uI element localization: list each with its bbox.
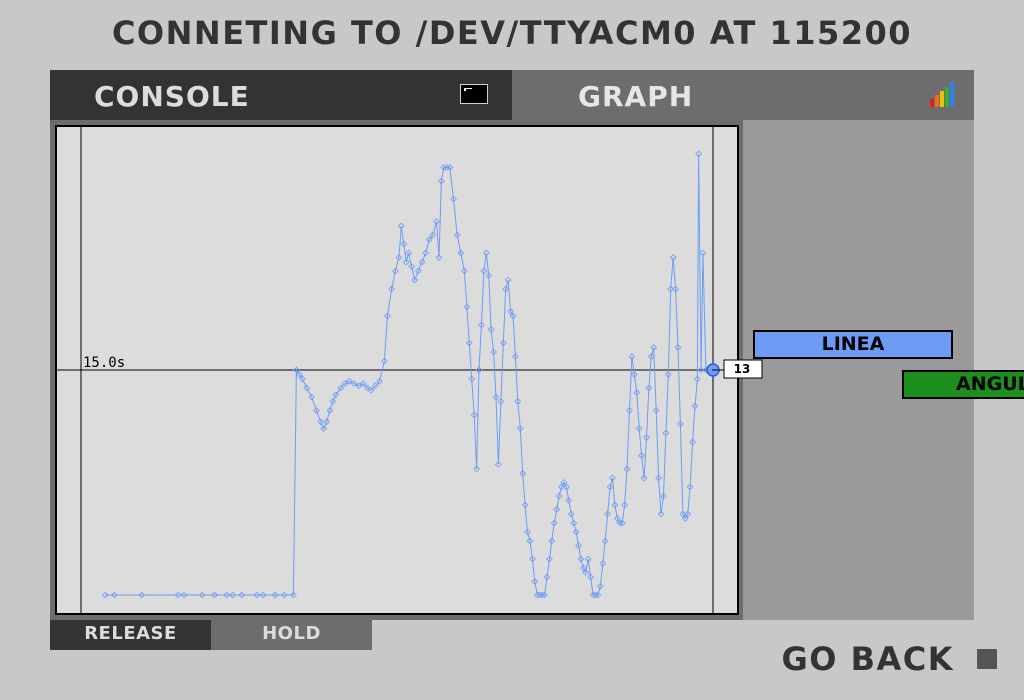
go-back-button[interactable]: GO BACK bbox=[781, 640, 954, 678]
tab-console-label: CONSOLE bbox=[94, 80, 250, 113]
page-title: CONNETING TO /DEV/TTYACM0 AT 115200 bbox=[111, 14, 913, 52]
release-button[interactable]: RELEASE bbox=[50, 620, 211, 650]
series-line bbox=[105, 153, 707, 596]
line-plot: 15.0s bbox=[57, 127, 737, 613]
go-back-square-icon bbox=[977, 649, 997, 669]
signal-bars-icon bbox=[930, 82, 954, 107]
value-tag: 13 bbox=[712, 359, 763, 379]
graph-area: 15.0s bbox=[50, 120, 974, 620]
current-value: 13 bbox=[734, 362, 751, 376]
plot-frame: 15.0s bbox=[55, 125, 739, 615]
control-bar: RELEASE HOLD bbox=[50, 620, 372, 650]
tab-console[interactable]: CONSOLE bbox=[50, 70, 512, 120]
tab-bar: CONSOLE GRAPH bbox=[50, 70, 974, 120]
tab-graph[interactable]: GRAPH bbox=[512, 70, 974, 120]
hold-button[interactable]: HOLD bbox=[211, 620, 372, 650]
terminal-icon bbox=[460, 84, 488, 104]
series-linea bbox=[101, 150, 710, 599]
legend-angul[interactable]: ANGUL bbox=[902, 370, 1024, 399]
legend-linea[interactable]: LINEA bbox=[753, 330, 953, 359]
tab-graph-label: GRAPH bbox=[578, 80, 694, 113]
time-label: 15.0s bbox=[83, 355, 125, 371]
